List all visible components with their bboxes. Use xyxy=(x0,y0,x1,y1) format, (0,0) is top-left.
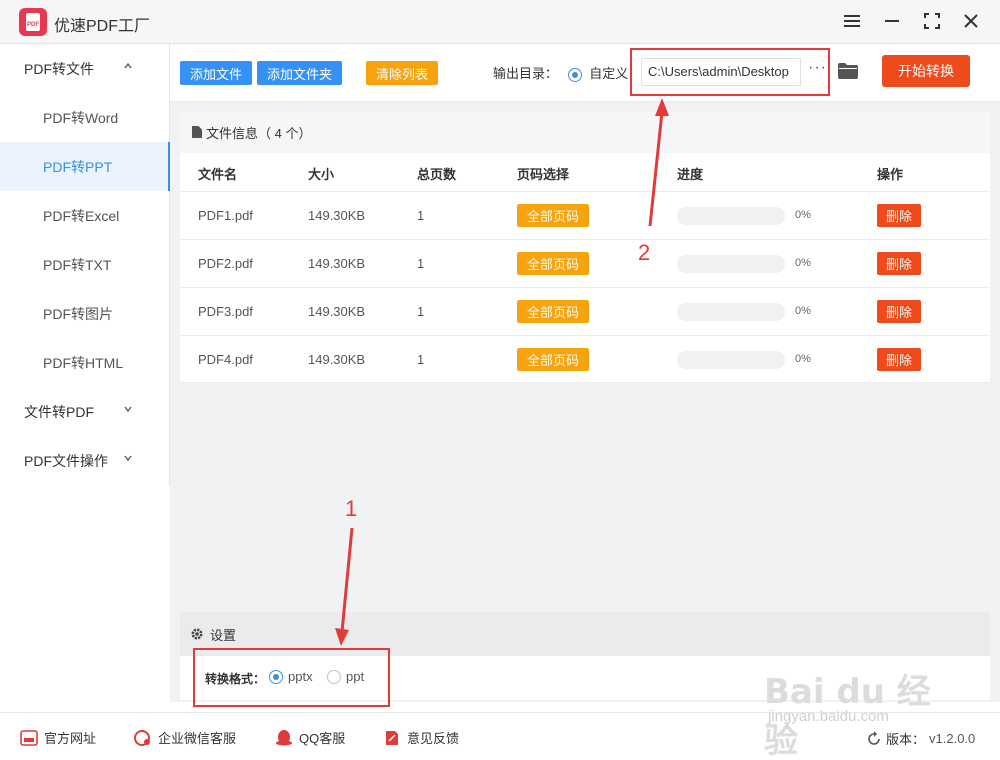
website-icon xyxy=(20,729,38,746)
output-path-input[interactable]: C:\Users\admin\Desktop xyxy=(641,58,801,86)
page-select-button[interactable]: 全部页码 xyxy=(517,252,589,275)
chevron-up-icon xyxy=(124,62,132,69)
progress-percent: 0% xyxy=(795,353,811,365)
qq-support-link[interactable]: QQ客服 xyxy=(275,728,345,747)
page-select-button[interactable]: 全部页码 xyxy=(517,300,589,323)
refresh-icon[interactable] xyxy=(866,730,882,747)
file-size: 149.30KB xyxy=(308,304,366,319)
chevron-down-icon xyxy=(124,406,132,413)
app-logo-icon: PDF xyxy=(19,8,47,36)
sidebar-item-pdf-to-ppt[interactable]: PDF转PPT xyxy=(0,142,170,191)
file-size: 149.30KB xyxy=(308,352,366,367)
table-row: PDF2.pdf 149.30KB 1 全部页码 0% 删除 xyxy=(180,239,990,287)
file-info-panel: 文件信息（ 4 个） 文件名 大小 总页数 页码选择 进度 操作 PDF1.pd… xyxy=(180,111,990,383)
file-pages: 1 xyxy=(417,208,425,223)
sidebar-item-pdf-to-image[interactable]: PDF转图片 xyxy=(0,289,170,338)
file-name: PDF1.pdf xyxy=(198,208,253,223)
document-icon xyxy=(192,126,202,138)
table-row: PDF1.pdf 149.30KB 1 全部页码 0% 删除 xyxy=(180,191,990,239)
column-header-filename: 文件名 xyxy=(198,167,238,182)
close-icon[interactable] xyxy=(960,10,982,32)
sidebar-item-pdf-to-html[interactable]: PDF转HTML xyxy=(0,338,170,387)
delete-button[interactable]: 删除 xyxy=(877,204,921,227)
official-website-link[interactable]: 官方网址 xyxy=(20,728,96,747)
progress-bar xyxy=(677,255,785,273)
wechat-support-link[interactable]: 企业微信客服 xyxy=(134,728,236,747)
progress-bar xyxy=(677,351,785,369)
column-header-action: 操作 xyxy=(877,167,904,182)
file-pages: 1 xyxy=(417,256,425,271)
toolbar: 添加文件 添加文件夹 清除列表 输出目录： 自定义 C:\Users\admin… xyxy=(170,44,1000,102)
gear-icon xyxy=(191,628,203,640)
file-pages: 1 xyxy=(417,304,425,319)
menu-icon[interactable] xyxy=(841,10,863,32)
sidebar: PDF转文件 PDF转Word PDF转PPT PDF转Excel PDF转TX… xyxy=(0,44,170,486)
file-name: PDF3.pdf xyxy=(198,304,253,319)
delete-button[interactable]: 删除 xyxy=(877,348,921,371)
page-select-button[interactable]: 全部页码 xyxy=(517,204,589,227)
file-info-header: 文件信息（ 4 个） xyxy=(180,111,990,153)
add-folder-button[interactable]: 添加文件夹 xyxy=(257,61,342,85)
folder-icon[interactable] xyxy=(838,63,858,79)
add-file-button[interactable]: 添加文件 xyxy=(180,61,252,85)
custom-output-label: 自定义 xyxy=(589,66,629,81)
progress-percent: 0% xyxy=(795,209,811,221)
minimize-icon[interactable] xyxy=(881,10,903,32)
annotation-number-one: 1 xyxy=(345,496,358,521)
file-name: PDF4.pdf xyxy=(198,352,253,367)
sidebar-item-pdf-to-word[interactable]: PDF转Word xyxy=(0,93,170,142)
sidebar-item-pdf-to-txt[interactable]: PDF转TXT xyxy=(0,240,170,289)
settings-body: 转换格式： pptx ppt xyxy=(180,656,990,700)
delete-button[interactable]: 删除 xyxy=(877,252,921,275)
format-label: 转换格式： xyxy=(205,672,266,686)
annotation-number-two: 2 xyxy=(638,240,651,265)
browse-more-button[interactable]: ··· xyxy=(808,59,827,77)
column-header-page-select: 页码选择 xyxy=(517,167,570,182)
wechat-icon xyxy=(134,729,150,746)
format-option-pptx[interactable]: pptx xyxy=(269,669,313,684)
chevron-down-icon xyxy=(124,455,132,462)
output-directory-label: 输出目录： 自定义 xyxy=(493,66,629,82)
sidebar-group-file-to-pdf[interactable]: 文件转PDF xyxy=(0,387,170,436)
format-option-ppt[interactable]: ppt xyxy=(327,669,364,684)
maximize-icon[interactable] xyxy=(921,10,943,32)
page-select-button[interactable]: 全部页码 xyxy=(517,348,589,371)
file-pages: 1 xyxy=(417,352,425,367)
column-header-progress: 进度 xyxy=(677,167,704,182)
column-header-size: 大小 xyxy=(308,167,335,182)
title-bar: PDF 优速PDF工厂 xyxy=(0,0,1000,44)
custom-output-radio[interactable] xyxy=(567,67,582,82)
progress-percent: 0% xyxy=(795,257,811,269)
column-header-pages: 总页数 xyxy=(417,167,457,182)
pptx-radio[interactable] xyxy=(269,669,283,684)
sidebar-group-pdf-to-file[interactable]: PDF转文件 xyxy=(0,44,170,93)
progress-bar xyxy=(677,303,785,321)
version-info: 版本： v1.2.0.0 xyxy=(866,729,975,748)
file-size: 149.30KB xyxy=(308,208,366,223)
feedback-icon xyxy=(386,730,398,745)
sidebar-item-pdf-to-excel[interactable]: PDF转Excel xyxy=(0,191,170,240)
table-row: PDF3.pdf 149.30KB 1 全部页码 0% 删除 xyxy=(180,287,990,335)
progress-bar xyxy=(677,207,785,225)
feedback-link[interactable]: 意见反馈 xyxy=(383,728,459,747)
progress-percent: 0% xyxy=(795,305,811,317)
delete-button[interactable]: 删除 xyxy=(877,300,921,323)
file-name: PDF2.pdf xyxy=(198,256,253,271)
table-row: PDF4.pdf 149.30KB 1 全部页码 0% 删除 xyxy=(180,335,990,383)
start-convert-button[interactable]: 开始转换 xyxy=(882,55,970,87)
sidebar-group-pdf-operations[interactable]: PDF文件操作 xyxy=(0,436,170,485)
clear-list-button[interactable]: 清除列表 xyxy=(366,61,438,85)
settings-header: 设置 xyxy=(180,612,990,656)
footer: 官方网址 企业微信客服 QQ客服 意见反馈 版本： v1.2.0.0 xyxy=(0,712,1000,760)
app-title: 优速PDF工厂 xyxy=(54,18,151,35)
ppt-radio[interactable] xyxy=(327,669,341,684)
file-size: 149.30KB xyxy=(308,256,366,271)
qq-icon xyxy=(276,729,292,745)
